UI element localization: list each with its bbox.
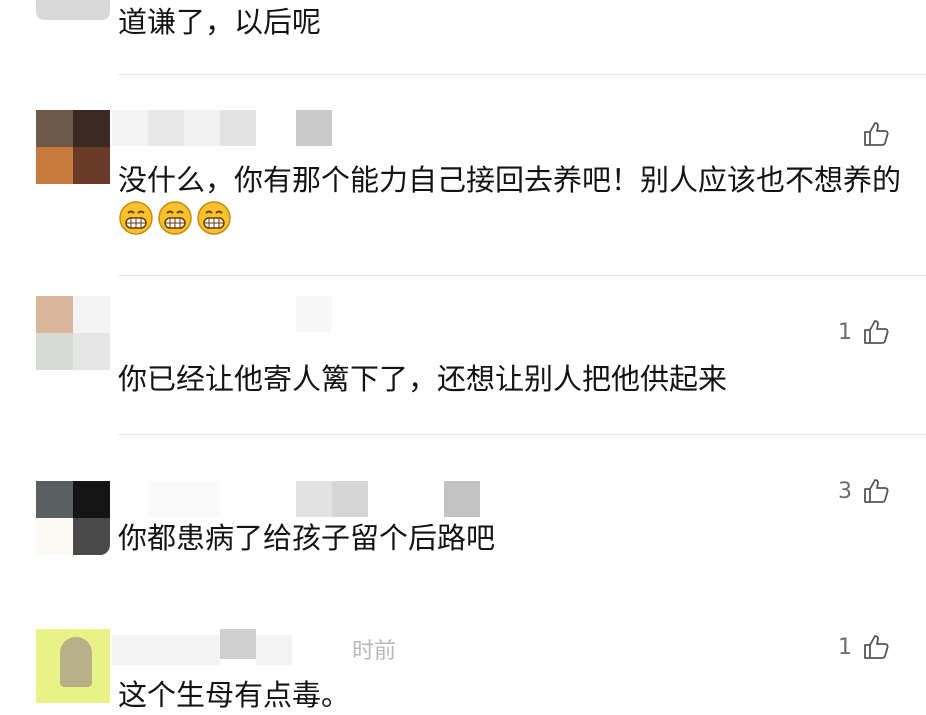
- avatar[interactable]: [36, 481, 110, 555]
- comment-item: 3 你都患病了给孩子留个后路吧: [0, 479, 926, 631]
- thumbs-up-icon[interactable]: [862, 120, 890, 148]
- username-blurred[interactable]: [112, 629, 342, 665]
- like-area[interactable]: 3: [838, 477, 890, 505]
- comment-text: 你已经让他寄人篱下了，还想让别人把他供起来: [118, 362, 728, 396]
- thumbs-up-icon[interactable]: [862, 633, 890, 661]
- username-blurred[interactable]: [112, 296, 342, 332]
- comment-text-body: 没什么，你有那个能力自己接回去养吧！别人应该也不想养的: [118, 163, 902, 197]
- avatar[interactable]: [36, 110, 110, 184]
- avatar[interactable]: [36, 296, 110, 370]
- comment-item: 道谦了，以后呢: [0, 0, 926, 74]
- comment-item: 没什么，你有那个能力自己接回去养吧！别人应该也不想养的: [0, 110, 926, 275]
- comment-text: 没什么，你有那个能力自己接回去养吧！别人应该也不想养的: [118, 160, 908, 240]
- avatar[interactable]: [36, 0, 110, 20]
- emoji-group: [118, 201, 235, 237]
- comment-text: 道谦了，以后呢: [118, 5, 322, 39]
- comment-text: 这个生母有点毒。: [118, 678, 351, 712]
- comment-text: 你都患病了给孩子留个后路吧: [118, 521, 496, 555]
- grin-emoji-icon: [197, 201, 231, 235]
- like-area[interactable]: 1: [838, 318, 890, 346]
- like-count: 1: [838, 634, 852, 660]
- grin-emoji-icon: [119, 201, 153, 235]
- like-area[interactable]: [852, 120, 890, 148]
- username-blurred[interactable]: [112, 481, 482, 517]
- divider: [118, 434, 926, 435]
- grin-emoji-icon: [158, 201, 192, 235]
- like-count: 1: [838, 319, 852, 345]
- comment-item: 时前 1 这个生母有点毒。: [0, 629, 926, 712]
- username-blurred[interactable]: [112, 110, 342, 146]
- thumbs-up-icon[interactable]: [862, 318, 890, 346]
- timestamp-partial: 时前: [352, 639, 397, 664]
- thumbs-up-icon[interactable]: [862, 477, 890, 505]
- divider: [118, 74, 926, 75]
- divider: [118, 275, 926, 276]
- avatar[interactable]: [36, 629, 110, 703]
- comment-item: 1 你已经让他寄人篱下了，还想让别人把他供起来: [0, 296, 926, 434]
- like-count: 3: [838, 478, 852, 504]
- like-area[interactable]: 1: [838, 633, 890, 661]
